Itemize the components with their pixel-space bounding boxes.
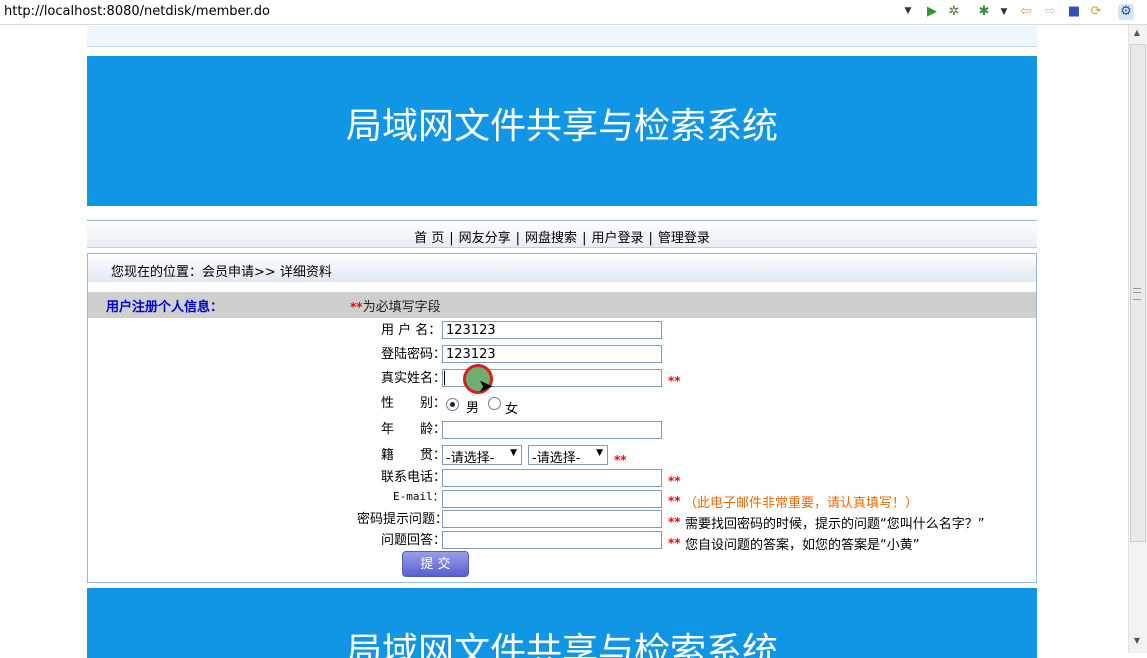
email-hint: （此电子邮件非常重要，请认真填写！） — [684, 496, 919, 511]
form-header-bar — [88, 292, 1036, 318]
email-input[interactable] — [442, 490, 662, 508]
email-label: E-mail： — [393, 490, 444, 503]
realname-label: 真实姓名： — [381, 371, 447, 386]
address-bar[interactable]: http://localhost:8080/netdisk/member.do — [4, 4, 270, 19]
nav-separator: | — [648, 231, 653, 246]
back-arrow-icon[interactable]: ⇦ — [1018, 4, 1034, 20]
city-select-value: -请选择- — [532, 451, 581, 466]
header-banner: 局域网文件共享与检索系统 — [87, 56, 1037, 206]
native-required: ** — [614, 453, 627, 467]
nav-separator: | — [582, 231, 587, 246]
main-nav: 首 页 | 网友分享 | 网盘搜索 | 用户登录 | 管理登录 — [87, 220, 1037, 248]
question-label: 密码提示问题： — [357, 512, 449, 527]
native-label: 籍 贯： — [381, 448, 447, 463]
answer-required: ** — [668, 536, 681, 550]
province-select[interactable]: -请选择- ▼ — [442, 445, 522, 466]
question-hint: 需要找回密码的时候，提示的问题“您叫什么名字？” — [685, 517, 985, 532]
email-required: ** — [668, 494, 681, 508]
chevron-down-icon: ▼ — [510, 448, 517, 458]
scroll-grip-line — [1133, 292, 1141, 293]
nav-search[interactable]: 网盘搜索 — [525, 231, 577, 246]
gender-female-label: 女 — [505, 402, 519, 417]
gender-male-label: 男 — [466, 401, 480, 416]
radio-selected-dot — [450, 402, 455, 407]
phone-label: 联系电话： — [381, 470, 447, 485]
required-note-text: 为必填写字段 — [362, 300, 441, 315]
nav-separator: | — [449, 231, 454, 246]
username-input[interactable]: 123123 — [442, 321, 662, 339]
tools-dropdown-icon[interactable]: ▼ — [996, 4, 1012, 20]
nav-user-login[interactable]: 用户登录 — [591, 231, 643, 246]
question-required: ** — [668, 515, 681, 529]
password-input[interactable]: 123123 — [442, 345, 662, 363]
chevron-down-icon: ▼ — [596, 448, 603, 458]
nav-admin-login[interactable]: 管理登录 — [658, 231, 710, 246]
forward-arrow-icon[interactable]: ⇨ — [1042, 4, 1058, 20]
username-label: 用 户 名： — [381, 323, 442, 338]
refresh-icon[interactable]: ⟳ — [1088, 4, 1104, 20]
nav-share[interactable]: 网友分享 — [459, 231, 511, 246]
answer-label: 问题回答： — [381, 533, 447, 548]
scroll-down-icon[interactable]: ▼ — [1131, 636, 1143, 648]
debug-icon[interactable]: ✲ — [946, 4, 962, 20]
text-caret — [444, 371, 445, 385]
mouse-pointer-icon: ➤ — [478, 376, 494, 397]
question-input[interactable] — [442, 510, 662, 528]
province-select-value: -请选择- — [446, 451, 495, 466]
required-mark: ** — [350, 300, 363, 314]
stop-icon[interactable]: ■ — [1066, 4, 1082, 20]
gender-male-radio[interactable] — [446, 398, 459, 411]
address-dropdown-icon[interactable]: ▼ — [902, 6, 914, 18]
scroll-up-icon[interactable]: ▲ — [1131, 28, 1143, 40]
gender-label: 性 别： — [381, 396, 447, 411]
browser-logo-icon: ⚙ — [1118, 4, 1134, 20]
phone-required: ** — [668, 474, 681, 488]
nav-separator: | — [515, 231, 521, 246]
required-note: **为必填写字段 — [350, 296, 441, 315]
nav-home[interactable]: 首 页 — [414, 231, 444, 246]
submit-button[interactable]: 提 交 — [402, 551, 469, 577]
answer-hint: 您自设问题的答案，如您的答案是“小黄” — [685, 538, 920, 553]
scroll-grip-icon — [1133, 288, 1141, 300]
external-tools-icon[interactable]: ✱ — [976, 4, 992, 20]
gender-female-radio[interactable] — [488, 397, 501, 410]
footer-title: 局域网文件共享与检索系统 — [345, 631, 778, 658]
age-label: 年 龄： — [381, 422, 447, 437]
city-select[interactable]: -请选择- ▼ — [528, 445, 608, 466]
age-input[interactable] — [442, 421, 662, 439]
password-label: 登陆密码： — [381, 347, 447, 362]
run-icon[interactable]: ▶ — [924, 4, 940, 20]
answer-input[interactable] — [442, 531, 662, 549]
footer-banner: 局域网文件共享与检索系统 — [87, 588, 1037, 658]
realname-required: ** — [668, 374, 681, 388]
top-strip — [87, 26, 1037, 47]
site-title: 局域网文件共享与检索系统 — [345, 106, 778, 147]
phone-input[interactable] — [442, 469, 662, 487]
form-heading: 用户注册个人信息： — [106, 300, 224, 315]
breadcrumb: 您现在的位置：会员申请>> 详细资料 — [111, 265, 332, 280]
